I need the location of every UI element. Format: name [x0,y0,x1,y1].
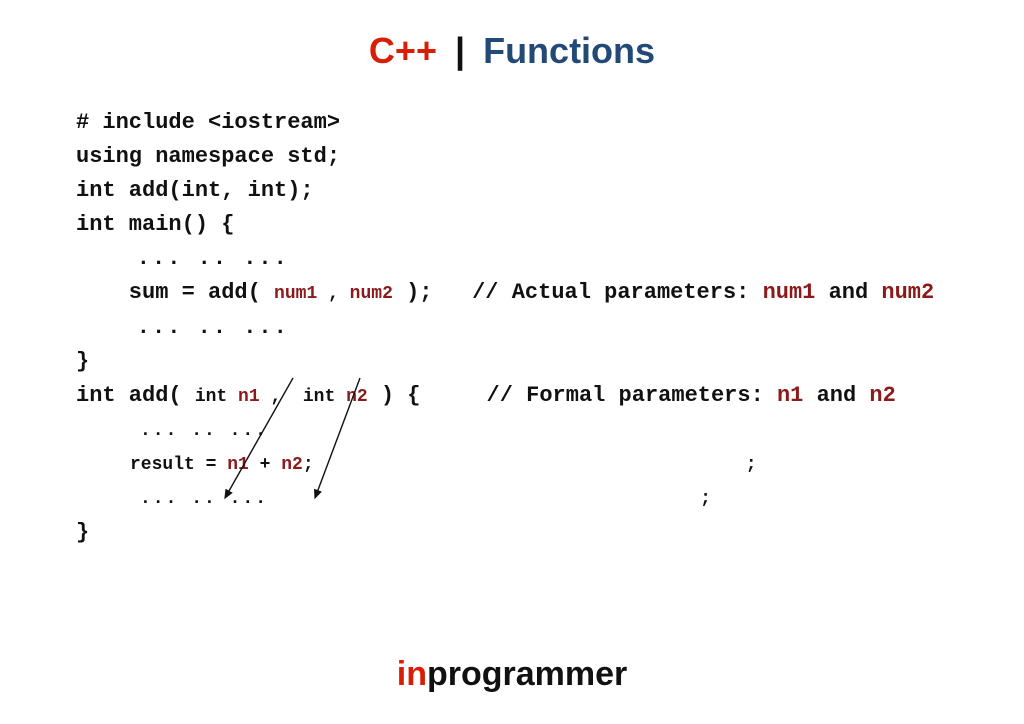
comment-n2: n2 [869,383,895,408]
comment-formal: // Formal parameters: [487,383,777,408]
code-frag: , [317,284,349,304]
formal-int1: int [195,387,238,407]
brand-prefix: in [397,655,427,693]
code-line-main-open: int main() { [76,208,976,242]
formal-int2: int [303,387,346,407]
code-line-brace-close: } [76,345,976,379]
code-frag: result = [76,455,227,475]
title-cpp: C++ [369,30,437,71]
formal-param-n2: n2 [346,387,368,407]
code-frag: ); [393,280,472,305]
brand-suffix: programmer [427,655,627,693]
code-line-call: sum = add( num1 , num2 ); // Actual para… [76,276,976,311]
formal-param-n1: n1 [238,387,260,407]
code-line-ellipsis: ... .. ... [76,242,976,276]
title-subject: Functions [483,30,655,71]
code-line-brace-close: } [76,516,976,550]
code-frag: sum = add( [76,280,274,305]
code-line-ellipsis: ... .. ... [76,311,976,345]
trailing-semicolon: ; [700,489,711,509]
footer-brand: inprogrammer [0,655,1024,694]
expr-n2: n2 [281,455,303,475]
code-frag: int add( [76,383,195,408]
comment-and: and [815,280,881,305]
code-line-ellipsis: ... .. ... ; [76,482,976,516]
comment-num1: num1 [763,280,816,305]
code-line-def: int add( int n1 , int n2 ) { // Formal p… [76,379,976,414]
document-title: C++ | Functions [0,0,1024,72]
comment-n1: n1 [777,383,803,408]
code-line: using namespace std; [76,140,976,174]
comment-actual: // Actual parameters: [472,280,762,305]
comment-num2: num2 [881,280,934,305]
code-frag: , [260,387,303,407]
code-line: # include <iostream> [76,106,976,140]
code-frag: ) { [368,383,487,408]
code-pad [268,489,700,509]
actual-param-num1: num1 [274,284,317,304]
code-frag: + [249,455,281,475]
expr-n1: n1 [227,455,249,475]
code-line-prototype: int add(int, int); [76,174,976,208]
trailing-semicolon: ; [746,455,757,475]
code-block: # include <iostream> using namespace std… [76,106,976,550]
comment-and: and [803,383,869,408]
code-frag: ... .. ... [76,489,268,509]
code-line-result: result = n1 + n2; ; [76,448,976,482]
code-pad [314,455,746,475]
code-frag: ; [303,455,314,475]
actual-param-num2: num2 [350,284,393,304]
code-line-ellipsis: ... .. ... [76,414,976,448]
title-separator: | [455,30,465,71]
